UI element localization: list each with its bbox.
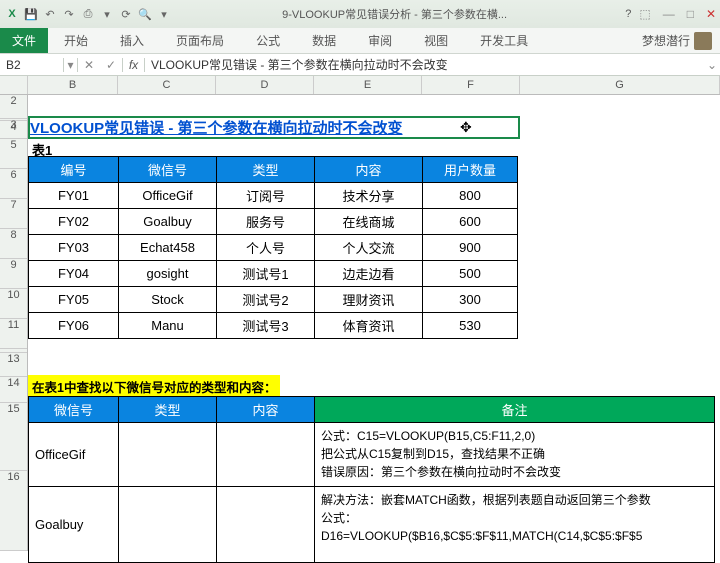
remark-cell[interactable]: 公式：C15=VLOOKUP(B15,C5:F11,2,0) 把公式从C15复制…	[315, 423, 715, 487]
tab-page-layout[interactable]: 页面布局	[160, 28, 240, 53]
cursor-move-icon: ✥	[460, 119, 472, 136]
redo-icon[interactable]: ↷	[61, 6, 77, 22]
row-header[interactable]: 14	[0, 377, 27, 403]
save-icon[interactable]: 💾	[23, 6, 39, 22]
tab-developer[interactable]: 开发工具	[464, 28, 544, 53]
qat-dropdown-icon[interactable]: ▾	[156, 6, 172, 22]
row-header[interactable]: 16	[0, 471, 27, 551]
fx-button[interactable]: fx	[123, 58, 145, 72]
col-header-d[interactable]: D	[216, 76, 314, 94]
refresh-icon[interactable]: ⟳	[118, 6, 134, 22]
row-header[interactable]: 9	[0, 259, 27, 289]
tab-home[interactable]: 开始	[48, 28, 104, 53]
accept-formula-icon[interactable]: ✓	[100, 58, 122, 72]
file-tab[interactable]: 文件	[0, 28, 48, 53]
col-header-b[interactable]: B	[28, 76, 118, 94]
column-headers: B C D E F G	[0, 76, 720, 95]
table-row: FY05Stock测试号2理财资讯300	[29, 287, 518, 313]
avatar	[694, 32, 712, 50]
formula-bar: B2 ▾ ✕ ✓ fx VLOOKUP常见错误 - 第三个参数在横向拉动时不会改…	[0, 54, 720, 76]
row-header[interactable]: 15	[0, 403, 27, 471]
th[interactable]: 微信号	[119, 157, 217, 183]
col-header-e[interactable]: E	[314, 76, 422, 94]
table1: 编号 微信号 类型 内容 用户数量 FY01OfficeGif订阅号技术分享80…	[28, 156, 518, 339]
cancel-formula-icon[interactable]: ✕	[78, 58, 100, 72]
cells-area[interactable]: VLOOKUP常见错误 - 第三个参数在横向拉动时不会改变 ✥ 表1 编号 微信…	[28, 95, 720, 551]
th[interactable]: 内容	[315, 157, 423, 183]
table-row: FY06Manu测试号3体育资讯530	[29, 313, 518, 339]
window-title: 9-VLOOKUP常见错误分析 - 第三个参数在横...	[172, 6, 617, 22]
row-header[interactable]: 2	[0, 95, 27, 119]
expand-formula-bar-icon[interactable]: ⌄	[704, 58, 720, 72]
undo-icon[interactable]: ↶	[42, 6, 58, 22]
table-row: FY03Echat458个人号个人交流900	[29, 235, 518, 261]
table-row: FY02Goalbuy服务号在线商城600	[29, 209, 518, 235]
row-header[interactable]: 8	[0, 229, 27, 259]
qat-more-icon[interactable]: ▾	[99, 6, 115, 22]
tab-review[interactable]: 审阅	[352, 28, 408, 53]
th-remark[interactable]: 备注	[315, 397, 715, 423]
table-row: FY04gosight测试号1边走边看500	[29, 261, 518, 287]
table-row: Goalbuy 解决方法：嵌套MATCH函数，根据列表题自动返回第三个参数 公式…	[29, 487, 715, 563]
th[interactable]: 内容	[217, 397, 315, 423]
print-icon[interactable]: ⎙	[80, 6, 96, 22]
table2: 微信号 类型 内容 备注 OfficeGif 公式：C15=VLOOKUP(B1…	[28, 396, 715, 563]
window-controls: ⬚ — □ ✕	[639, 7, 716, 21]
th[interactable]: 类型	[119, 397, 217, 423]
yellow-note: 在表1中查找以下微信号对应的类型和内容：	[28, 375, 280, 398]
help-icon[interactable]: ?	[617, 8, 639, 20]
th[interactable]: 用户数量	[423, 157, 518, 183]
tab-formulas[interactable]: 公式	[240, 28, 296, 53]
ribbon-collapse-icon[interactable]: ⬚	[639, 7, 650, 21]
row-header[interactable]: 6	[0, 169, 27, 199]
formula-input[interactable]: VLOOKUP常见错误 - 第三个参数在横向拉动时不会改变	[145, 56, 704, 73]
row-header[interactable]: 11	[0, 319, 27, 349]
remark-cell[interactable]: 解决方法：嵌套MATCH函数，根据列表题自动返回第三个参数 公式： D16=VL…	[315, 487, 715, 563]
merged-title-cell[interactable]: VLOOKUP常见错误 - 第三个参数在横向拉动时不会改变	[30, 117, 403, 138]
name-box[interactable]: B2	[0, 58, 64, 72]
table-header-row: 编号 微信号 类型 内容 用户数量	[29, 157, 518, 183]
th[interactable]: 微信号	[29, 397, 119, 423]
th[interactable]: 编号	[29, 157, 119, 183]
row-header[interactable]: 5	[0, 139, 27, 169]
col-header-c[interactable]: C	[118, 76, 216, 94]
quick-access-toolbar: X 💾 ↶ ↷ ⎙ ▾ ⟳ 🔍 ▾	[4, 6, 172, 22]
row-header[interactable]: 4	[0, 121, 27, 139]
name-box-dropdown-icon[interactable]: ▾	[64, 58, 78, 72]
col-header-f[interactable]: F	[422, 76, 520, 94]
app-icon: X	[4, 6, 20, 22]
tab-insert[interactable]: 插入	[104, 28, 160, 53]
row-header[interactable]: 7	[0, 199, 27, 229]
table-row: OfficeGif 公式：C15=VLOOKUP(B15,C5:F11,2,0)…	[29, 423, 715, 487]
tab-view[interactable]: 视图	[408, 28, 464, 53]
close-icon[interactable]: ✕	[706, 7, 716, 21]
select-all-corner[interactable]	[0, 76, 28, 94]
row-header[interactable]: 10	[0, 289, 27, 319]
tab-data[interactable]: 数据	[296, 28, 352, 53]
titlebar: X 💾 ↶ ↷ ⎙ ▾ ⟳ 🔍 ▾ 9-VLOOKUP常见错误分析 - 第三个参…	[0, 0, 720, 28]
row-header[interactable]: 13	[0, 353, 27, 377]
minimize-icon[interactable]: —	[663, 7, 675, 21]
user-account[interactable]: 梦想潜行	[634, 32, 720, 50]
ribbon-tabs: 文件 开始 插入 页面布局 公式 数据 审阅 视图 开发工具 梦想潜行	[0, 28, 720, 54]
maximize-icon[interactable]: □	[687, 7, 694, 21]
username: 梦想潜行	[642, 32, 690, 49]
th[interactable]: 类型	[217, 157, 315, 183]
row-headers: 2 3 4 5 6 7 8 9 10 11 13 14 15 16	[0, 95, 28, 551]
spreadsheet-grid[interactable]: B C D E F G 2 3 4 5 6 7 8 9 10 11 13 14 …	[0, 76, 720, 551]
table-row: FY01OfficeGif订阅号技术分享800	[29, 183, 518, 209]
col-header-g[interactable]: G	[520, 76, 720, 94]
zoom-icon[interactable]: 🔍	[137, 6, 153, 22]
table-header-row: 微信号 类型 内容 备注	[29, 397, 715, 423]
